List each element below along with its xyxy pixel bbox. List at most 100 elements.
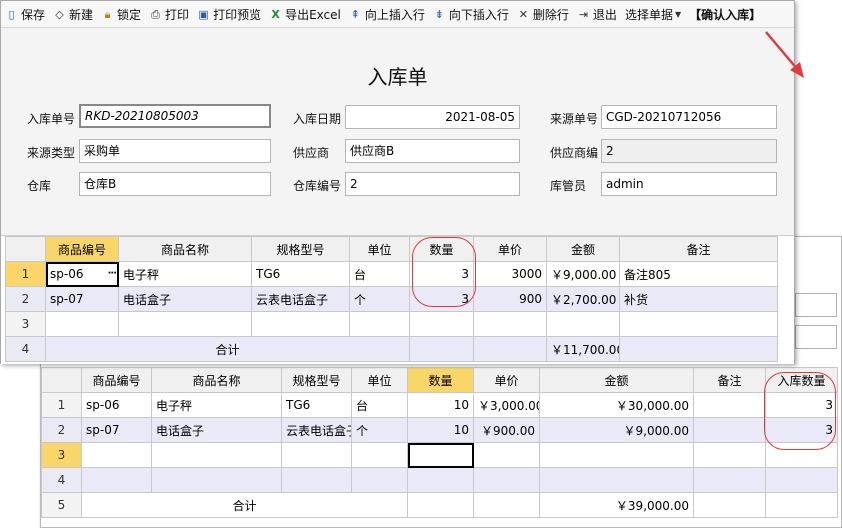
row-number[interactable]: 3 bbox=[41, 442, 82, 468]
cell-unit[interactable] bbox=[349, 311, 410, 337]
cell-unit[interactable] bbox=[351, 467, 408, 493]
cell-spec[interactable] bbox=[281, 442, 352, 468]
cell-name[interactable]: 电话盒子 bbox=[151, 417, 282, 443]
table-row[interactable]: 4 bbox=[41, 467, 838, 493]
cell-price[interactable] bbox=[473, 442, 540, 468]
save-button[interactable]: ▯ 保存 bbox=[1, 3, 49, 25]
col-header-code[interactable]: 商品编号 bbox=[81, 367, 152, 393]
cell-name[interactable] bbox=[151, 467, 282, 493]
cell-qty[interactable]: 10 bbox=[407, 417, 474, 443]
keeper-field[interactable]: admin bbox=[601, 172, 777, 196]
cell-qty[interactable] bbox=[409, 311, 474, 337]
cell-spec[interactable]: 云表电话盒子 bbox=[251, 286, 350, 312]
partial-field-1[interactable] bbox=[795, 293, 837, 317]
delete-row-button[interactable]: ✕ 删除行 bbox=[513, 3, 573, 25]
cell-note[interactable]: 备注805 bbox=[619, 261, 778, 287]
cell-amount[interactable] bbox=[539, 442, 694, 468]
cell-amount[interactable]: ￥30,000.00 bbox=[539, 392, 694, 418]
col-header-price[interactable]: 单价 bbox=[473, 367, 540, 393]
cell-spec[interactable] bbox=[251, 311, 350, 337]
cell-qty-selected[interactable] bbox=[407, 442, 474, 468]
row-number[interactable]: 1 bbox=[5, 261, 46, 287]
col-header-amount[interactable]: 金额 bbox=[539, 367, 694, 393]
row-number[interactable]: 3 bbox=[5, 311, 46, 337]
source-no-field[interactable]: CGD-20210712056 bbox=[601, 105, 777, 129]
table-row[interactable]: 1 sp-06 ··· 电子秤 TG6 台 3 3000 ￥9,000.00 备… bbox=[5, 261, 778, 287]
cell-note[interactable] bbox=[619, 311, 778, 337]
col-header-code[interactable]: 商品编号 bbox=[45, 236, 119, 262]
stock-in-no-field[interactable]: RKD-20210805003 bbox=[79, 104, 271, 128]
lock-button[interactable]: 🔒︎ 锁定 bbox=[97, 3, 145, 25]
source-type-field[interactable]: 采购单 bbox=[79, 139, 271, 163]
cell-amount[interactable] bbox=[546, 311, 620, 337]
cell-unit[interactable]: 台 bbox=[349, 261, 410, 287]
cell-name[interactable]: 电子秤 bbox=[118, 261, 252, 287]
cell-price[interactable]: ￥3,000.00 bbox=[473, 392, 540, 418]
cell-note[interactable] bbox=[693, 442, 766, 468]
col-header-note[interactable]: 备注 bbox=[619, 236, 778, 262]
ellipsis-icon[interactable]: ··· bbox=[108, 268, 117, 279]
col-header-spec[interactable]: 规格型号 bbox=[251, 236, 350, 262]
warehouse-field[interactable]: 仓库B bbox=[79, 172, 271, 196]
table-row[interactable]: 2 sp-07 电话盒子 云表电话盒子 个 3 900 ￥2,700.00 补货 bbox=[5, 286, 778, 312]
cell-unit[interactable]: 个 bbox=[349, 286, 410, 312]
cell-name[interactable] bbox=[118, 311, 252, 337]
cell-code-selected[interactable]: sp-06 ··· bbox=[45, 261, 119, 287]
cell-price[interactable]: 3000 bbox=[473, 261, 547, 287]
cell-code[interactable]: sp-07 bbox=[81, 417, 152, 443]
cell-price[interactable] bbox=[473, 311, 547, 337]
cell-spec[interactable] bbox=[281, 467, 352, 493]
col-header-unit[interactable]: 单位 bbox=[351, 367, 408, 393]
warehouse-code-field[interactable]: 2 bbox=[345, 172, 520, 196]
row-number[interactable]: 5 bbox=[41, 492, 82, 518]
select-document-menu[interactable]: 选择单据 ▼ bbox=[621, 3, 685, 25]
row-number[interactable]: 4 bbox=[41, 467, 82, 493]
table-row[interactable]: 1 sp-06 电子秤 TG6 台 10 ￥3,000.00 ￥30,000.0… bbox=[41, 392, 838, 418]
cell-name[interactable]: 电子秤 bbox=[151, 392, 282, 418]
print-preview-button[interactable]: ▣ 打印预览 bbox=[193, 3, 265, 25]
row-number[interactable]: 4 bbox=[5, 336, 46, 362]
cell-code[interactable] bbox=[45, 311, 119, 337]
cell-qty[interactable] bbox=[407, 467, 474, 493]
supplier-code-field[interactable]: 2 bbox=[601, 139, 777, 163]
insert-above-button[interactable]: ⇞ 向上插入行 bbox=[345, 3, 429, 25]
cell-spec[interactable]: 云表电话盒子 bbox=[281, 417, 352, 443]
col-header-amount[interactable]: 金额 bbox=[546, 236, 620, 262]
col-header-spec[interactable]: 规格型号 bbox=[281, 367, 352, 393]
cell-note[interactable] bbox=[693, 392, 766, 418]
supplier-field[interactable]: 供应商B bbox=[345, 139, 520, 163]
cell-code[interactable] bbox=[81, 442, 152, 468]
col-header-unit[interactable]: 单位 bbox=[349, 236, 410, 262]
new-button[interactable]: ◇ 新建 bbox=[49, 3, 97, 25]
cell-unit[interactable]: 台 bbox=[351, 392, 408, 418]
cell-qty[interactable]: 10 bbox=[407, 392, 474, 418]
exit-button[interactable]: ⇥ 退出 bbox=[573, 3, 621, 25]
cell-price[interactable]: 900 bbox=[473, 286, 547, 312]
col-header-note[interactable]: 备注 bbox=[693, 367, 766, 393]
table-row[interactable]: 3 bbox=[5, 311, 778, 337]
cell-spec[interactable]: TG6 bbox=[251, 261, 350, 287]
cell-note[interactable] bbox=[693, 417, 766, 443]
cell-note[interactable]: 补货 bbox=[619, 286, 778, 312]
cell-in-qty[interactable] bbox=[765, 467, 838, 493]
cell-name[interactable] bbox=[151, 442, 282, 468]
row-number[interactable]: 2 bbox=[5, 286, 46, 312]
table-row[interactable]: 2 sp-07 电话盒子 云表电话盒子 个 10 ￥900.00 ￥9,000.… bbox=[41, 417, 838, 443]
cell-code[interactable] bbox=[81, 467, 152, 493]
cell-price[interactable]: ￥900.00 bbox=[473, 417, 540, 443]
cell-name[interactable]: 电话盒子 bbox=[118, 286, 252, 312]
col-header-name[interactable]: 商品名称 bbox=[151, 367, 282, 393]
cell-unit[interactable]: 个 bbox=[351, 417, 408, 443]
cell-unit[interactable] bbox=[351, 442, 408, 468]
cell-spec[interactable]: TG6 bbox=[281, 392, 352, 418]
cell-code[interactable]: sp-07 bbox=[45, 286, 119, 312]
cell-amount[interactable] bbox=[539, 467, 694, 493]
confirm-stock-in-button[interactable]: 【确认入库】 bbox=[685, 3, 765, 25]
col-header-qty[interactable]: 数量 bbox=[407, 367, 474, 393]
partial-field-2[interactable] bbox=[795, 325, 837, 349]
insert-below-button[interactable]: ⇟ 向下插入行 bbox=[429, 3, 513, 25]
col-header-name[interactable]: 商品名称 bbox=[118, 236, 252, 262]
cell-code[interactable]: sp-06 bbox=[81, 392, 152, 418]
stock-in-date-field[interactable]: 2021-08-05 bbox=[345, 105, 520, 129]
cell-amount[interactable]: ￥9,000.00 bbox=[539, 417, 694, 443]
